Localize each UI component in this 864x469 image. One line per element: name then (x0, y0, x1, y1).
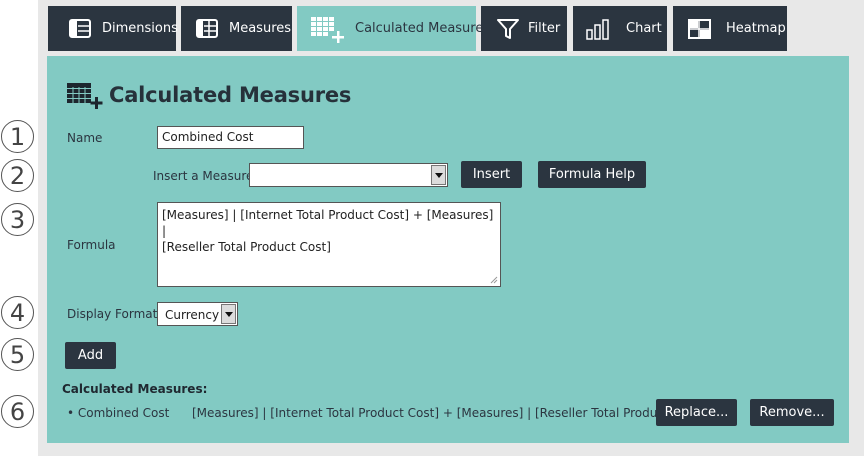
insert-measure-select[interactable] (249, 163, 448, 187)
tab-chart-label: Chart (626, 21, 662, 36)
step-number-4: 4 (1, 296, 34, 329)
tab-measures-label: Measures (229, 21, 292, 36)
step-number-3: 3 (1, 203, 34, 236)
tab-filter-label: Filter (528, 21, 561, 36)
formula-label: Formula (67, 238, 116, 252)
step-number-6: 6 (1, 395, 34, 428)
heatmap-grid-icon (688, 19, 711, 39)
page: 1 2 3 4 5 6 Dimensions Measures Calculat… (0, 0, 864, 469)
formula-line-2: [Reseller Total Product Cost] (162, 240, 331, 254)
bar-chart-icon (586, 19, 609, 40)
chevron-down-icon (224, 311, 233, 317)
replace-button[interactable]: Replace... (656, 399, 737, 426)
insert-button[interactable]: Insert (461, 161, 522, 188)
tab-chart[interactable]: Chart (573, 6, 667, 51)
calculated-measures-title-icon (67, 83, 103, 109)
formula-textarea[interactable]: [Measures] | [Internet Total Product Cos… (157, 202, 501, 287)
insert-measure-label: Insert a Measure (153, 169, 254, 183)
step-number-5: 5 (1, 338, 34, 371)
formula-help-button[interactable]: Formula Help (538, 161, 646, 188)
name-input-value: Combined Cost (162, 130, 254, 144)
step-number-2: 2 (1, 159, 34, 192)
bottom-divider (38, 456, 864, 469)
list-item-name: • Combined Cost (67, 406, 170, 420)
tab-measures[interactable]: Measures (181, 6, 292, 51)
display-format-dropdown-arrow[interactable] (221, 304, 236, 324)
calculated-measures-icon (311, 17, 344, 43)
filter-funnel-icon (497, 19, 519, 39)
tab-calculated-measures-label: Calculated Measures (355, 21, 491, 36)
formula-line-1: [Measures] | [Internet Total Product Cos… (162, 208, 494, 238)
panel-title-text: Calculated Measures (109, 83, 352, 107)
name-input[interactable]: Combined Cost (157, 126, 304, 149)
display-format-select[interactable]: Currency (157, 302, 238, 326)
dimensions-table-icon (69, 19, 91, 38)
tab-dimensions[interactable]: Dimensions (48, 6, 178, 51)
display-format-label: Display Format (67, 307, 158, 321)
tab-heatmap[interactable]: Heatmap (673, 6, 787, 51)
insert-measure-dropdown-arrow[interactable] (431, 165, 446, 185)
display-format-value: Currency (165, 308, 220, 322)
remove-button[interactable]: Remove... (750, 399, 834, 426)
resize-grip-icon[interactable] (490, 276, 498, 284)
measures-table-icon (196, 19, 218, 38)
tab-calculated-measures[interactable]: Calculated Measures (297, 6, 490, 51)
tab-filter[interactable]: Filter (481, 6, 567, 51)
panel-title: Calculated Measures (67, 80, 351, 110)
list-item-formula: [Measures] | [Internet Total Product Cos… (192, 406, 704, 420)
tab-heatmap-label: Heatmap (726, 21, 786, 36)
add-button[interactable]: Add (65, 342, 116, 369)
step-number-1: 1 (1, 120, 34, 153)
calculated-measures-list-heading: Calculated Measures: (62, 382, 208, 396)
name-label: Name (67, 131, 103, 145)
chevron-down-icon (434, 172, 443, 178)
tab-dimensions-label: Dimensions (102, 21, 178, 36)
